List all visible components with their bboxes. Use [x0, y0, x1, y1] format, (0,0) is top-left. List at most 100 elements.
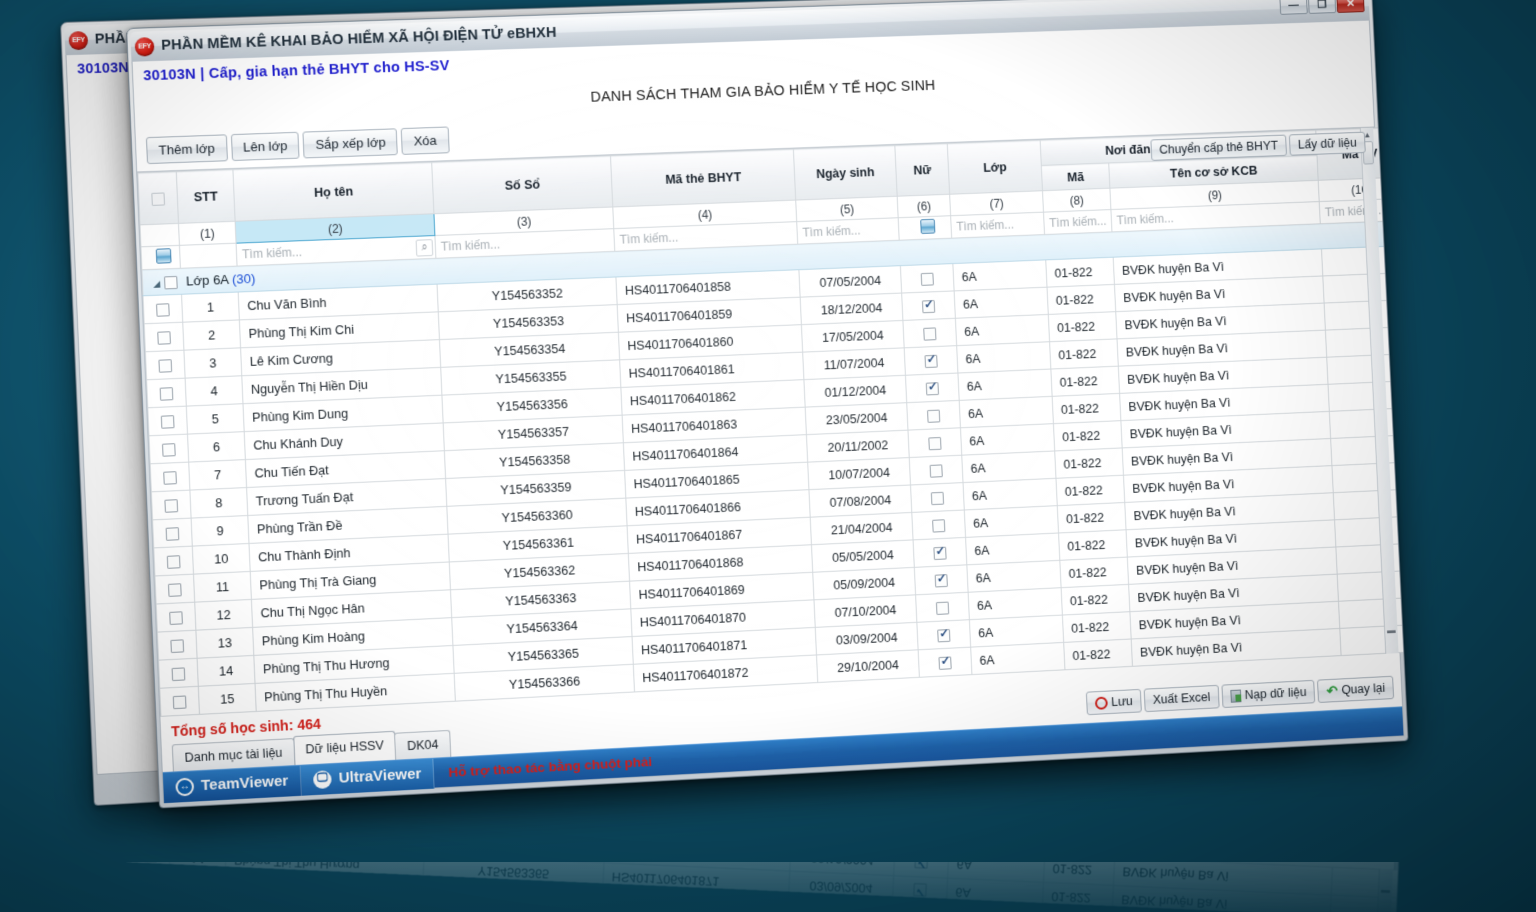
table-row[interactable]: 8 Trương Tuấn Đạt Y154563359 HS401170640186…	[151, 435, 1408, 520]
cell-soso[interactable]: Y154563356	[442, 387, 622, 422]
cell-stt[interactable]: 4	[185, 376, 243, 406]
row-select-checkbox[interactable]	[157, 331, 171, 345]
cell-ngaysinh[interactable]: 20/11/2002	[806, 430, 909, 462]
female-checkbox[interactable]	[926, 382, 939, 395]
cell-hoten[interactable]: Chu Thành Định	[249, 534, 449, 571]
cell-masv[interactable]	[1333, 489, 1408, 520]
row-checkbox-cell[interactable]	[155, 574, 195, 604]
cell-ngaysinh[interactable]: 01/12/2004	[804, 375, 907, 407]
cell-nu[interactable]	[913, 537, 967, 567]
filter-nu-icon[interactable]	[920, 219, 935, 234]
cell-nu[interactable]	[904, 346, 958, 376]
cell-mathe[interactable]: HS4011706401861	[620, 352, 804, 387]
cell-stt[interactable]: 13	[168, 871, 225, 901]
table-row[interactable]: 2 Phùng Thị Kim Chi Y154563353 HS4011706401…	[144, 273, 1408, 352]
cell-soso[interactable]: Y154563366	[454, 664, 634, 701]
col-ma-kcb[interactable]: Mã	[1041, 163, 1110, 191]
grid-header-actions[interactable]: Chuyển cấp thẻ BHYT Lấy dữ liệu	[1150, 132, 1366, 161]
cell-masv[interactable]	[1337, 570, 1408, 601]
col-ngaysinh[interactable]: Ngày sinh	[793, 145, 897, 200]
tab-du-lieu-hssv[interactable]: Dữ liệu HSSV	[293, 731, 397, 765]
cell-mathe[interactable]: HS4011706401871	[603, 863, 790, 899]
table-row[interactable]: 5 Phùng Kim Dung Y154563356 HS4011706401862…	[148, 354, 1409, 436]
cell-hoten[interactable]: Chu Thị Ngọc Hân	[251, 590, 451, 628]
cell-ma-kcb[interactable]: 01-822	[1052, 393, 1121, 423]
cell-hoten[interactable]: Chu Khánh Duy	[244, 423, 444, 460]
cell-masv[interactable]	[1336, 543, 1409, 574]
row-checkbox-cell[interactable]	[149, 434, 189, 464]
cell-lop[interactable]: 6A	[955, 314, 1049, 345]
student-grid[interactable]: Chuyển cấp thẻ BHYT Lấy dữ liệu	[137, 127, 1399, 717]
cell-ma-kcb[interactable]: 01-822	[1044, 854, 1115, 885]
cell-stt[interactable]: 7	[189, 460, 247, 491]
cell-ten-kcb[interactable]: BVĐK huyện Ba Vì	[1114, 276, 1324, 312]
cell-ten-kcb[interactable]: BVĐK huyện Ba Vì	[1126, 520, 1336, 557]
cell-ma-kcb[interactable]: 01-822	[1064, 639, 1133, 670]
cell-ma-kcb[interactable]: 01-822	[1042, 882, 1113, 912]
cell-masv[interactable]	[1331, 435, 1409, 466]
main-window-wrapper[interactable]: EFY PHẦN MỀM KÊ KHAI BẢO HIỂM XÃ HỘI ĐIỆ…	[126, 28, 1426, 858]
window-controls[interactable]: — ❐ ✕	[1279, 0, 1364, 15]
cell-ten-kcb[interactable]: BVĐK huyện Ba Vì	[1113, 857, 1332, 895]
group-checkbox[interactable]	[164, 276, 178, 289]
cell-mathe[interactable]: HS4011706401867	[627, 517, 811, 553]
table-body[interactable]: ◢ Lớp 6A (30) 1Chu Văn BìnhY154563352HS4…	[142, 220, 1409, 716]
cell-masv[interactable]	[1322, 246, 1409, 276]
scrollbar-thumb[interactable]	[1362, 141, 1374, 165]
cell-mathe[interactable]: HS4011706401872	[633, 655, 817, 692]
row-select-checkbox[interactable]	[172, 667, 186, 681]
row-select-checkbox[interactable]	[156, 303, 170, 317]
table-row[interactable]: 12Chu Thị Ngọc HânY154563363HS4011706401…	[156, 543, 1408, 632]
transfer-card-button[interactable]: Chuyển cấp thẻ BHYT	[1150, 135, 1287, 161]
col-hoten[interactable]: Họ tên	[233, 162, 434, 221]
bottom-tabstrip[interactable]: Danh mục tài liệu Dữ liệu HSSV DK04	[162, 678, 1403, 772]
filter-ten-kcb[interactable]: Tìm kiếm...	[1111, 202, 1320, 232]
grid-vertical-scrollbar[interactable]: ▲ ▬	[1355, 869, 1393, 912]
cell-ten-kcb[interactable]: BVĐK huyện Ba Vì	[1127, 547, 1337, 584]
cell-lop[interactable]: 6A	[962, 451, 1056, 483]
student-table[interactable]: STT Họ tên Số Sổ Mã thẻ BHYT Ngày sinh N…	[137, 127, 1408, 717]
fetch-data-button[interactable]: Lấy dữ liệu	[1289, 132, 1366, 156]
cell-ngaysinh[interactable]: 05/05/2004	[811, 540, 914, 572]
female-checkbox[interactable]	[935, 574, 948, 587]
cell-masv[interactable]	[1325, 327, 1408, 358]
table-row[interactable]: 14 Phùng Thị Thu Hương Y154563365 HS4011706…	[159, 597, 1409, 688]
cell-ma-kcb[interactable]: 01-822	[1059, 530, 1128, 561]
female-checkbox[interactable]	[938, 656, 951, 669]
collapse-triangle-icon[interactable]: ◢	[153, 279, 160, 290]
cell-nu[interactable]	[916, 592, 970, 622]
cell-nu[interactable]	[903, 318, 957, 348]
female-checkbox[interactable]	[924, 354, 937, 367]
cell-nu[interactable]	[902, 291, 956, 321]
cell-stt[interactable]: 10	[192, 543, 250, 574]
cell-masv[interactable]	[1332, 462, 1409, 493]
female-checkbox[interactable]	[931, 491, 944, 504]
cell-ngaysinh[interactable]: 21/04/2004	[810, 512, 913, 544]
cell-soso[interactable]: Y154563359	[446, 470, 626, 506]
cell-mathe[interactable]: HS4011706401865	[625, 462, 809, 498]
filter-nu[interactable]	[898, 216, 952, 241]
cell-stt[interactable]: 9	[191, 515, 249, 546]
row-checkbox-cell[interactable]	[147, 378, 187, 408]
table-row[interactable]: 4 Nguyễn Thị Hiền Dịu Y154563355 HS40117064…	[147, 327, 1409, 408]
group-row-cell[interactable]: ◢ Lớp 6A (30)	[142, 220, 1407, 295]
cell-lop[interactable]: 6A	[945, 906, 1042, 912]
cell-lop[interactable]: 6A	[971, 642, 1065, 674]
row-checkbox-cell[interactable]	[148, 406, 188, 436]
row-select-checkbox[interactable]	[169, 611, 183, 625]
cell-ngaysinh[interactable]: 18/12/2004	[800, 293, 903, 325]
table-row[interactable]: 10 Chu Thành Định Y154563361 HS401170640186…	[154, 489, 1409, 576]
female-checkbox[interactable]	[937, 629, 950, 642]
cell-soso[interactable]: Y154563357	[443, 415, 623, 451]
cell-nu[interactable]	[914, 565, 968, 595]
cell-nu[interactable]	[891, 904, 946, 912]
minimize-button[interactable]: —	[1279, 0, 1307, 15]
cell-hoten[interactable]: Phùng Kim Hoàng	[224, 874, 423, 911]
tab-dk04[interactable]: DK04	[394, 730, 451, 760]
filter-row[interactable]: Tìm kiếm... ⌕ Tìm kiếm... Tìm kiếm... Tì…	[141, 198, 1406, 270]
table-row[interactable]: 3 Lê Kim Cương Y154563354 HS4011706401860 17…	[145, 300, 1408, 380]
cell-masv[interactable]	[1324, 300, 1408, 331]
cell-ngaysinh[interactable]: 07/10/2004	[814, 595, 917, 628]
cell-ngaysinh[interactable]: 10/07/2004	[808, 458, 911, 490]
col-mathe[interactable]: Mã thẻ BHYT	[610, 149, 795, 207]
